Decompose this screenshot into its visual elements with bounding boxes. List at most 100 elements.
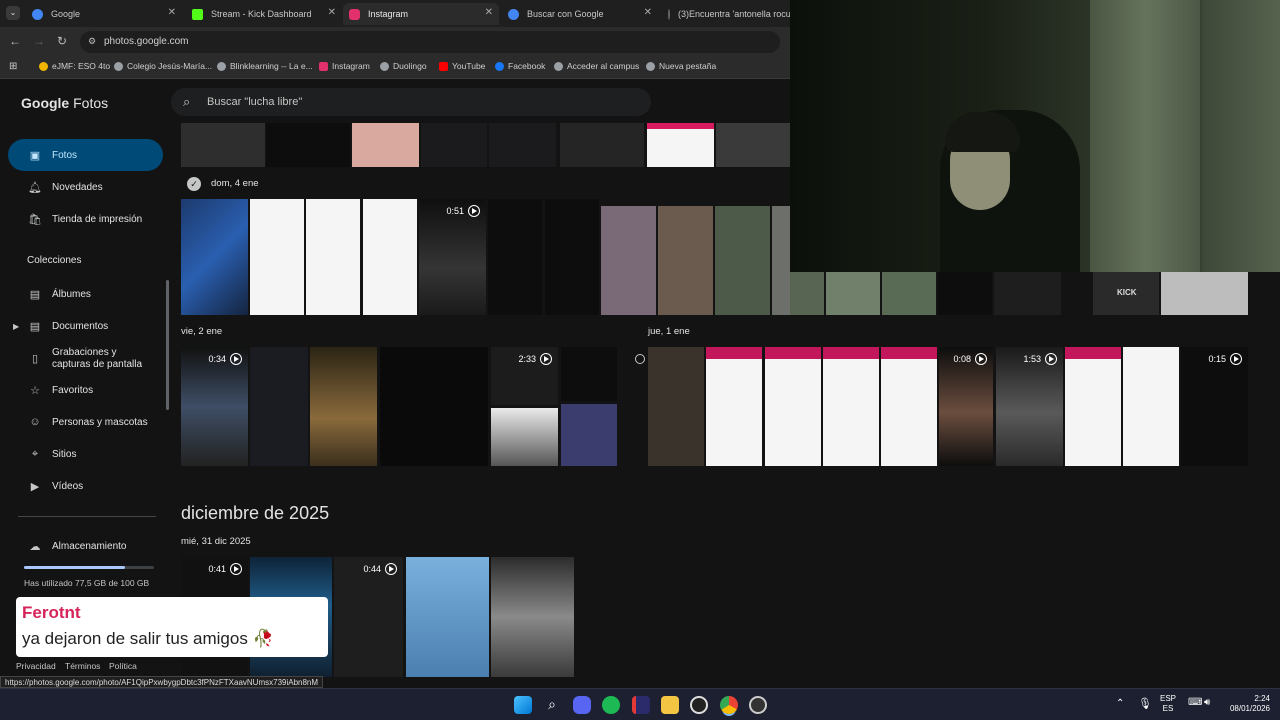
- photo-thumbnail[interactable]: [560, 123, 644, 167]
- expand-arrow-icon[interactable]: ▶: [13, 322, 19, 331]
- reload-icon[interactable]: ↻: [57, 34, 67, 48]
- spotify-icon[interactable]: [602, 696, 620, 714]
- video-thumbnail[interactable]: 1:53: [996, 347, 1063, 466]
- photo-thumbnail[interactable]: [488, 199, 542, 315]
- photo-thumbnail[interactable]: [363, 199, 417, 315]
- back-icon[interactable]: ←: [9, 34, 21, 48]
- clock[interactable]: 2:24 08/01/2026: [1222, 694, 1270, 714]
- photo-thumbnail[interactable]: [938, 272, 992, 315]
- tab-tiktok[interactable]: (3)Encuentra 'antonella rocuzz: [662, 3, 792, 25]
- video-thumbnail[interactable]: 0:08: [939, 347, 993, 466]
- search-icon[interactable]: ⌕: [543, 696, 561, 714]
- photo-thumbnail[interactable]: [823, 347, 879, 466]
- photo-thumbnail[interactable]: [380, 347, 488, 466]
- obs-icon[interactable]: [749, 696, 767, 714]
- photo-thumbnail[interactable]: [881, 347, 937, 466]
- tab-kick[interactable]: Stream - Kick Dashboard ✕: [186, 3, 342, 25]
- photo-thumbnail[interactable]: [765, 347, 821, 466]
- photo-thumbnail[interactable]: [406, 557, 489, 677]
- photo-thumbnail[interactable]: [561, 347, 617, 401]
- bookmark-item[interactable]: eJMF: ESO 4to: [39, 61, 110, 71]
- photo-thumbnail[interactable]: [1161, 272, 1248, 315]
- sidebar-item-tienda[interactable]: 🛍︎ Tienda de impresión: [8, 203, 163, 235]
- photo-thumbnail[interactable]: [648, 347, 704, 466]
- sidebar-scrollbar[interactable]: [166, 280, 169, 410]
- sidebar-item-fotos[interactable]: ▣ Fotos: [8, 139, 163, 171]
- sidebar-item-almacenamiento[interactable]: ☁ Almacenamiento: [8, 530, 163, 562]
- photo-thumbnail[interactable]: [882, 272, 936, 315]
- photo-thumbnail[interactable]: [266, 123, 350, 167]
- video-thumbnail[interactable]: 0:44: [334, 557, 403, 677]
- apps-icon[interactable]: ⊞: [9, 61, 17, 72]
- video-thumbnail[interactable]: 0:15: [1181, 347, 1248, 466]
- chrome-icon[interactable]: [720, 696, 738, 714]
- photo-thumbnail[interactable]: [716, 123, 790, 167]
- photo-thumbnail[interactable]: [181, 199, 248, 315]
- google-photos-logo[interactable]: Google Fotos: [21, 95, 108, 111]
- photo-thumbnail[interactable]: [421, 123, 487, 167]
- photo-thumbnail[interactable]: [491, 557, 574, 677]
- video-thumbnail[interactable]: 0:51: [419, 199, 486, 315]
- bookmark-item[interactable]: Facebook: [495, 61, 545, 71]
- sidebar-item-novedades[interactable]: 🔔︎ Novedades: [8, 171, 163, 203]
- video-thumbnail[interactable]: 2:33: [491, 347, 558, 405]
- bookmark-item[interactable]: YouTube: [439, 61, 485, 71]
- bookmark-item[interactable]: Acceder al campus: [554, 61, 639, 71]
- terms-link[interactable]: Términos: [65, 661, 100, 671]
- photo-thumbnail[interactable]: [658, 206, 713, 315]
- photo-thumbnail[interactable]: [647, 123, 714, 167]
- photo-thumbnail[interactable]: [715, 206, 770, 315]
- sidebar-item-videos[interactable]: ▶ Vídeos: [8, 470, 163, 502]
- volume-icon[interactable]: 🔊︎: [1204, 697, 1210, 708]
- photo-thumbnail[interactable]: [772, 206, 790, 315]
- sidebar-item-grabaciones[interactable]: ▯ Grabaciones y capturas de pantalla: [8, 342, 163, 376]
- photo-thumbnail[interactable]: [1123, 347, 1179, 466]
- photo-thumbnail[interactable]: [352, 123, 419, 167]
- photo-thumbnail[interactable]: [1065, 347, 1121, 466]
- tab-buscar[interactable]: Buscar con Google ✕: [502, 3, 658, 25]
- app-icon[interactable]: [632, 696, 650, 714]
- tab-google[interactable]: Google ✕: [26, 3, 182, 25]
- bookmark-item[interactable]: Instagram: [319, 61, 370, 71]
- bookmark-item[interactable]: Duolingo: [380, 61, 427, 71]
- close-icon[interactable]: ✕: [168, 7, 176, 18]
- sidebar-item-sitios[interactable]: ⌖ Sitios: [8, 438, 163, 470]
- photo-thumbnail[interactable]: [706, 347, 762, 466]
- select-date-checkbox[interactable]: [635, 354, 645, 364]
- url-input[interactable]: ⚙ photos.google.com: [80, 31, 780, 53]
- video-thumbnail[interactable]: 0:34: [181, 347, 248, 466]
- close-icon[interactable]: ✕: [485, 7, 493, 18]
- file-explorer-icon[interactable]: [661, 696, 679, 714]
- policy-link[interactable]: Política: [109, 661, 137, 671]
- photo-thumbnail[interactable]: [826, 272, 880, 315]
- sidebar-item-albumes[interactable]: ▤ Álbumes: [8, 278, 163, 310]
- sidebar-item-documentos[interactable]: ▶ ▤ Documentos: [8, 310, 163, 342]
- network-icon[interactable]: ⌨: [1188, 697, 1202, 708]
- bookmark-item[interactable]: Nueva pestaña: [646, 61, 716, 71]
- windows-start-icon[interactable]: [514, 696, 532, 714]
- app-icon[interactable]: [690, 696, 708, 714]
- select-date-checkbox[interactable]: ✓: [187, 177, 201, 191]
- forward-icon[interactable]: →: [33, 34, 45, 48]
- photo-thumbnail[interactable]: [601, 206, 656, 315]
- microphone-icon[interactable]: 🎙︎: [1138, 697, 1152, 710]
- sidebar-item-personas[interactable]: ☺ Personas y mascotas: [8, 406, 163, 438]
- search-input[interactable]: ⌕ Buscar "lucha libre": [171, 88, 651, 116]
- close-icon[interactable]: ✕: [644, 7, 652, 18]
- tray-overflow-icon[interactable]: ⌃: [1116, 698, 1124, 709]
- site-info-icon[interactable]: ⚙: [88, 36, 96, 47]
- photo-thumbnail[interactable]: [561, 404, 617, 466]
- bookmark-item[interactable]: Blinklearning -- La e...: [217, 61, 313, 71]
- photo-thumbnail[interactable]: [250, 347, 308, 466]
- privacy-link[interactable]: Privacidad: [16, 661, 56, 671]
- photo-thumbnail[interactable]: [181, 123, 265, 167]
- close-icon[interactable]: ✕: [328, 7, 336, 18]
- photo-thumbnail[interactable]: KICK: [1093, 272, 1159, 315]
- sidebar-item-favoritos[interactable]: ☆ Favoritos: [8, 374, 163, 406]
- photo-thumbnail[interactable]: [310, 347, 377, 466]
- photo-thumbnail[interactable]: [790, 272, 824, 315]
- tab-instagram[interactable]: Instagram ✕: [343, 3, 499, 25]
- photo-thumbnail[interactable]: [994, 272, 1061, 315]
- language-indicator[interactable]: ESP ES: [1160, 694, 1176, 714]
- photo-thumbnail[interactable]: [250, 199, 304, 315]
